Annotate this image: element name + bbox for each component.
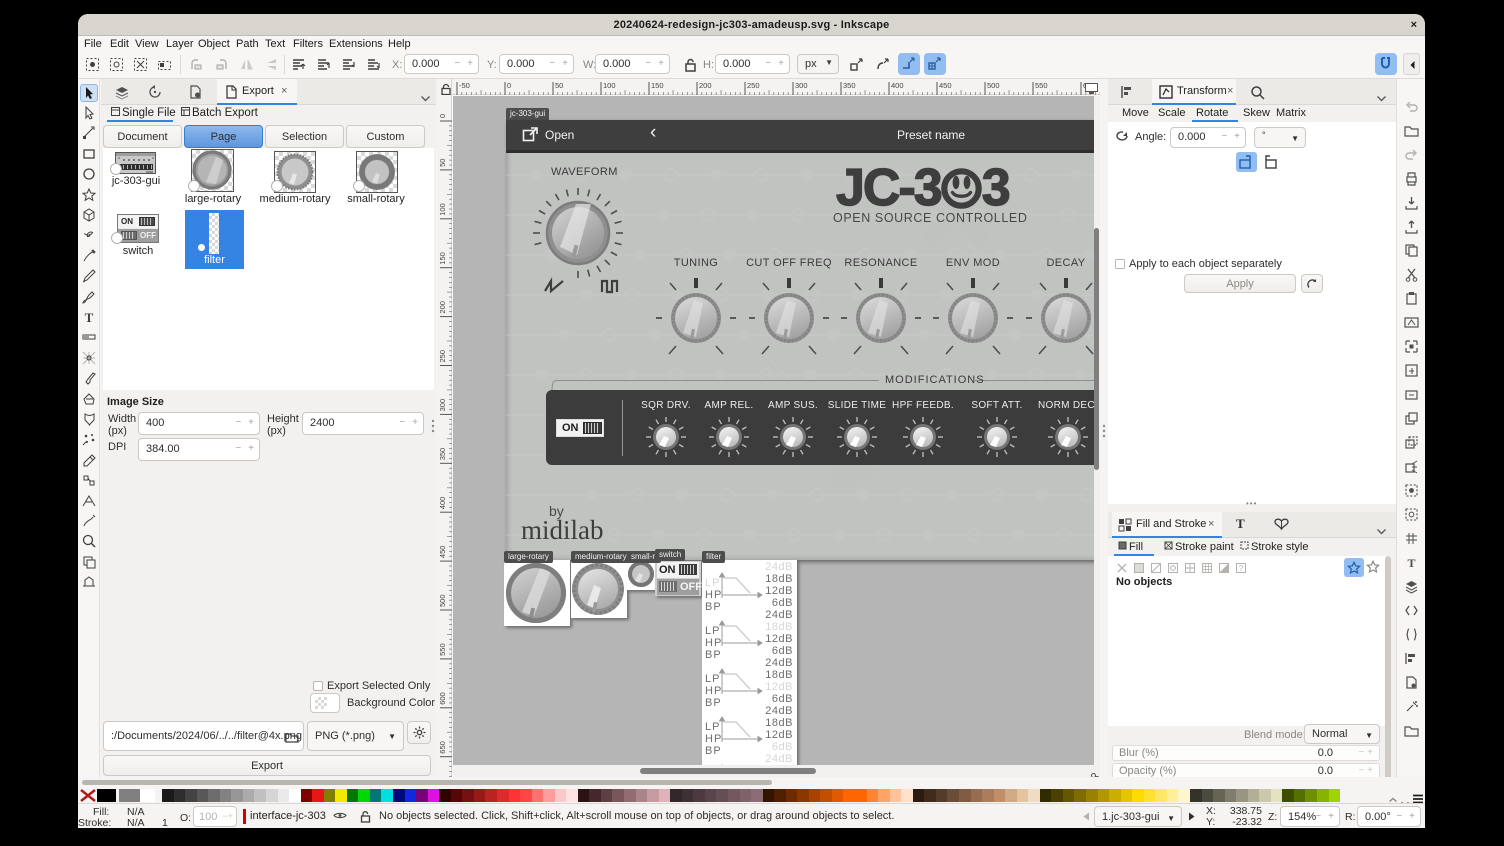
svg-text:T: T bbox=[1407, 556, 1415, 570]
svg-text:300: 300 bbox=[795, 81, 808, 90]
svg-text:50: 50 bbox=[438, 159, 447, 167]
svg-text:400: 400 bbox=[438, 497, 447, 510]
svg-text:0: 0 bbox=[507, 81, 511, 90]
svg-text:200: 200 bbox=[438, 301, 447, 314]
svg-text:150: 150 bbox=[651, 81, 664, 90]
svg-text:350: 350 bbox=[438, 448, 447, 461]
svg-text:500: 500 bbox=[438, 594, 447, 607]
svg-text:-50: -50 bbox=[459, 81, 470, 90]
svg-text:100: 100 bbox=[603, 81, 616, 90]
svg-text:200: 200 bbox=[699, 81, 712, 90]
svg-text:?: ? bbox=[1239, 564, 1244, 573]
svg-text:400: 400 bbox=[891, 81, 904, 90]
svg-text:450: 450 bbox=[939, 81, 952, 90]
svg-text:300: 300 bbox=[438, 399, 447, 412]
svg-text:350: 350 bbox=[843, 81, 856, 90]
svg-text:650: 650 bbox=[438, 741, 447, 754]
svg-text:250: 250 bbox=[747, 81, 760, 90]
svg-text:550: 550 bbox=[1035, 81, 1048, 90]
svg-text:500: 500 bbox=[987, 81, 1000, 90]
svg-text:0: 0 bbox=[438, 114, 447, 118]
svg-text:450: 450 bbox=[438, 546, 447, 559]
svg-text:250: 250 bbox=[438, 350, 447, 363]
svg-text:600: 600 bbox=[438, 692, 447, 705]
svg-text:50: 50 bbox=[555, 81, 563, 90]
svg-text:100: 100 bbox=[438, 203, 447, 216]
svg-text:550: 550 bbox=[438, 643, 447, 656]
svg-text:T: T bbox=[85, 310, 94, 325]
svg-text:150: 150 bbox=[438, 252, 447, 265]
